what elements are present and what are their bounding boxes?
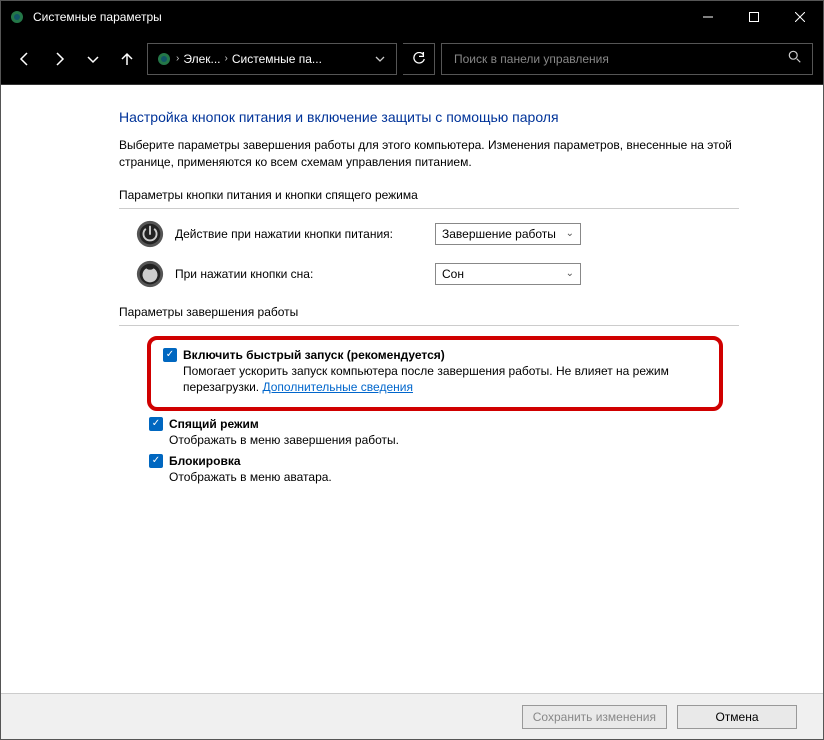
lock-checkbox[interactable]: ✓ (149, 454, 163, 468)
nav-up-button[interactable] (113, 45, 141, 73)
more-info-link[interactable]: Дополнительные сведения (262, 380, 412, 394)
nav-back-button[interactable] (11, 45, 39, 73)
breadcrumb-segment-2-label: Системные па... (232, 52, 322, 66)
save-button[interactable]: Сохранить изменения (522, 705, 667, 729)
sleep-button-action-label: При нажатии кнопки сна: (175, 267, 435, 281)
sleep-icon (135, 259, 165, 289)
sleep-mode-item: ✓ Спящий режим Отображать в меню заверше… (149, 415, 739, 452)
sleep-button-action-row: При нажатии кнопки сна: Сон ⌄ (119, 259, 739, 289)
power-button-action-label: Действие при нажатии кнопки питания: (175, 227, 435, 241)
chevron-right-icon: › (225, 53, 228, 64)
title-bar: Системные параметры (1, 1, 823, 33)
close-button[interactable] (777, 1, 823, 33)
search-input[interactable] (452, 51, 788, 67)
navigation-bar: › Элек... › Системные па... (1, 33, 823, 85)
chevron-right-icon: › (176, 53, 179, 64)
fast-startup-title: Включить быстрый запуск (рекомендуется) (183, 348, 445, 362)
breadcrumb-segment-1[interactable]: Элек... › (183, 52, 228, 66)
lock-title: Блокировка (169, 454, 241, 468)
section-header-shutdown: Параметры завершения работы (119, 303, 739, 326)
lock-item: ✓ Блокировка Отображать в меню аватара. (149, 452, 739, 489)
section-header-power-buttons: Параметры кнопки питания и кнопки спящег… (119, 186, 739, 209)
search-icon[interactable] (788, 50, 802, 67)
breadcrumb-segment-2[interactable]: Системные па... (232, 52, 322, 66)
app-icon (9, 9, 25, 25)
breadcrumb-segment-1-label: Элек... (183, 52, 220, 66)
nav-recent-button[interactable] (79, 45, 107, 73)
chevron-down-icon: ⌄ (566, 228, 574, 239)
power-icon (135, 219, 165, 249)
nav-forward-button[interactable] (45, 45, 73, 73)
chevron-down-icon: ⌄ (566, 268, 574, 279)
breadcrumb-icon (156, 51, 172, 67)
power-button-action-row: Действие при нажатии кнопки питания: Зав… (119, 219, 739, 249)
minimize-button[interactable] (685, 1, 731, 33)
lock-description: Отображать в меню аватара. (169, 468, 739, 485)
cancel-button[interactable]: Отмена (677, 705, 797, 729)
page-title: Настройка кнопок питания и включение защ… (119, 109, 739, 125)
content-area: Настройка кнопок питания и включение защ… (1, 85, 823, 693)
refresh-button[interactable] (403, 43, 435, 75)
sleep-button-action-select[interactable]: Сон ⌄ (435, 263, 581, 285)
breadcrumb-dropdown[interactable] (368, 44, 392, 74)
fast-startup-checkbox[interactable]: ✓ (163, 348, 177, 362)
sleep-mode-title: Спящий режим (169, 417, 259, 431)
fast-startup-description: Помогает ускорить запуск компьютера посл… (183, 362, 709, 395)
highlight-box: ✓ Включить быстрый запуск (рекомендуется… (147, 336, 723, 411)
maximize-button[interactable] (731, 1, 777, 33)
search-box[interactable] (441, 43, 813, 75)
sleep-mode-checkbox[interactable]: ✓ (149, 417, 163, 431)
window-title: Системные параметры (33, 10, 685, 24)
breadcrumb[interactable]: › Элек... › Системные па... (147, 43, 397, 75)
sleep-mode-description: Отображать в меню завершения работы. (169, 431, 739, 448)
page-description: Выберите параметры завершения работы для… (119, 137, 739, 172)
footer: Сохранить изменения Отмена (1, 693, 823, 739)
power-button-action-value: Завершение работы (442, 227, 556, 241)
sleep-button-action-value: Сон (442, 267, 464, 281)
fast-startup-desc-text: Помогает ускорить запуск компьютера посл… (183, 364, 669, 394)
power-button-action-select[interactable]: Завершение работы ⌄ (435, 223, 581, 245)
fast-startup-item: ✓ Включить быстрый запуск (рекомендуется… (163, 346, 709, 399)
